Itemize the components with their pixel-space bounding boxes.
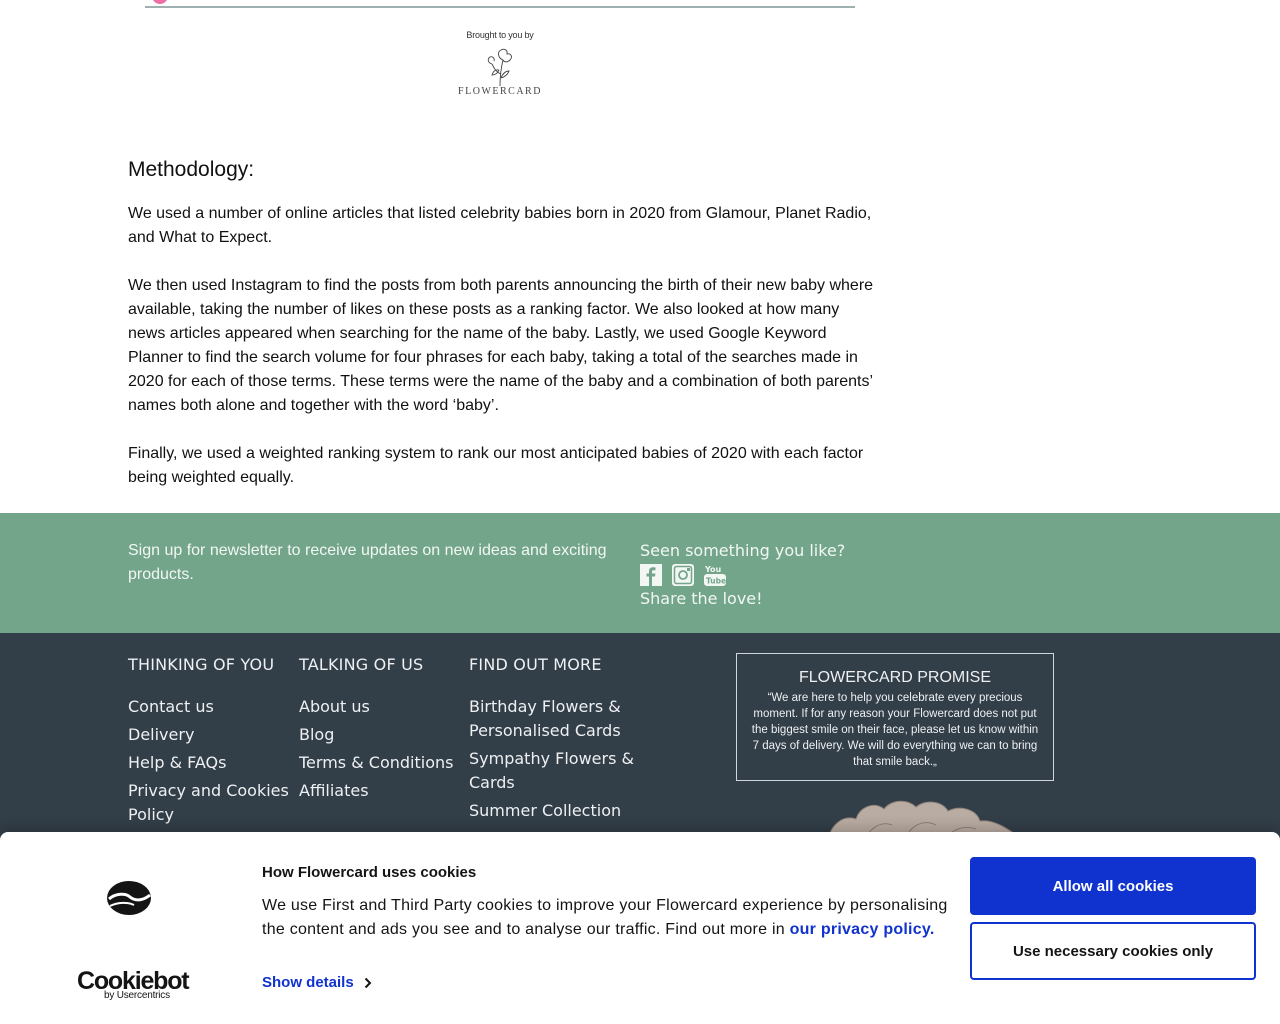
share-the-love-text: Share the love! xyxy=(640,589,763,608)
footer-column-talking-of-us: TALKING OF US About us Blog Terms & Cond… xyxy=(299,655,464,807)
infographic-divider xyxy=(145,6,855,8)
affiliates-link[interactable]: Affiliates xyxy=(299,779,464,803)
brought-to-you-by-block: Brought to you by FLOWERCARD xyxy=(440,30,560,97)
show-details-toggle[interactable]: Show details xyxy=(262,974,372,991)
social-heading: Seen something you like? xyxy=(640,541,846,560)
brought-to-you-by-label: Brought to you by xyxy=(466,30,534,40)
blog-link[interactable]: Blog xyxy=(299,723,464,747)
birthday-flowers-link[interactable]: Birthday Flowers & Personalised Cards xyxy=(469,695,649,743)
svg-text:Tube: Tube xyxy=(706,577,726,586)
promise-text: “We are here to help you celebrate every… xyxy=(751,692,1039,768)
cookiebot-logo-icon xyxy=(107,881,151,915)
methodology-paragraph-3: Finally, we used a weighted ranking syst… xyxy=(128,445,864,486)
methodology-paragraph-2: We then used Instagram to find the posts… xyxy=(128,277,874,414)
social-icons-row: You Tube xyxy=(640,563,845,587)
promise-title: FLOWERCARD PROMISE xyxy=(798,669,991,686)
pink-dot-decoration xyxy=(152,0,168,4)
methodology-paragraph-1: We used a number of online articles that… xyxy=(128,205,872,246)
cookie-banner-title: How Flowercard uses cookies xyxy=(262,864,477,881)
footer-column-thinking-of-you: THINKING OF YOU Contact us Delivery Help… xyxy=(128,655,293,831)
svg-text:You: You xyxy=(704,565,722,574)
cookie-consent-banner: Cookiebot by Usercentrics How Flowercard… xyxy=(0,832,1280,1024)
contact-us-link[interactable]: Contact us xyxy=(128,695,293,719)
about-us-link[interactable]: About us xyxy=(299,695,464,719)
social-share-block: Seen something you like? You Tube Share … xyxy=(640,539,845,611)
newsletter-section: Sign up for newsletter to receive update… xyxy=(0,513,1280,633)
chevron-right-icon xyxy=(364,977,372,988)
sympathy-flowers-link[interactable]: Sympathy Flowers & Cards xyxy=(469,747,649,795)
summer-collection-link[interactable]: Summer Collection xyxy=(469,799,649,823)
instagram-icon[interactable] xyxy=(672,564,694,586)
necessary-cookies-only-button[interactable]: Use necessary cookies only xyxy=(970,922,1256,980)
newsletter-signup-text[interactable]: Sign up for newsletter to receive update… xyxy=(128,539,628,587)
flowercard-wordmark: FLOWERCARD xyxy=(458,86,542,97)
delivery-link[interactable]: Delivery xyxy=(128,723,293,747)
cookiebot-subtext: by Usercentrics xyxy=(104,990,170,1001)
methodology-heading: Methodology: xyxy=(128,158,255,181)
footer-column-heading: TALKING OF US xyxy=(299,655,424,674)
show-details-label: Show details xyxy=(262,974,354,991)
facebook-icon[interactable] xyxy=(640,564,662,586)
flower-sketch-icon xyxy=(487,48,512,87)
help-faqs-link[interactable]: Help & FAQs xyxy=(128,751,293,775)
allow-all-cookies-button[interactable]: Allow all cookies xyxy=(970,857,1256,915)
terms-conditions-link[interactable]: Terms & Conditions xyxy=(299,751,464,775)
cookie-banner-text: We use First and Third Party cookies to … xyxy=(262,894,952,942)
footer-column-heading: FIND OUT MORE xyxy=(469,655,602,674)
footer-column-heading: THINKING OF YOU xyxy=(128,655,275,674)
privacy-policy-link[interactable]: our privacy policy. xyxy=(790,921,935,938)
footer-column-find-out-more: FIND OUT MORE Birthday Flowers & Persona… xyxy=(469,655,649,827)
privacy-cookies-policy-link[interactable]: Privacy and Cookies Policy xyxy=(128,779,293,827)
flowercard-promise-box: FLOWERCARD PROMISE “We are here to help … xyxy=(736,653,1054,781)
youtube-icon[interactable]: You Tube xyxy=(704,563,726,587)
